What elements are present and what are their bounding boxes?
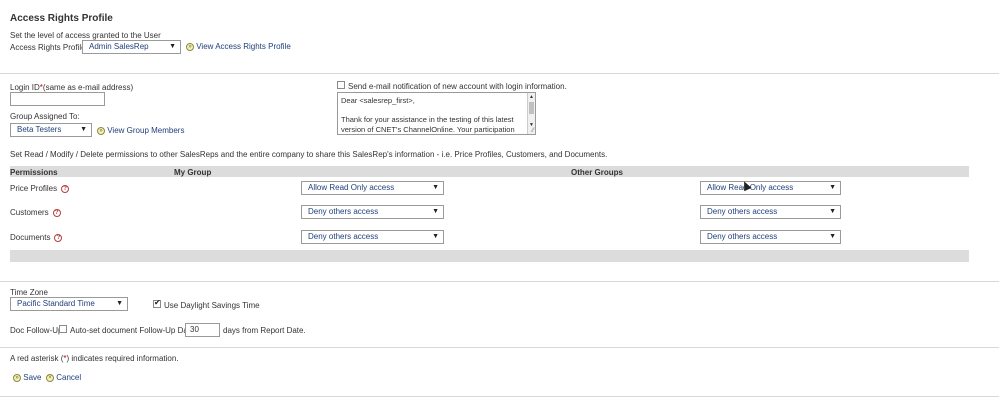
view-group-members-link[interactable]: » View Group Members [97, 126, 184, 135]
scroll-thumb[interactable] [529, 102, 534, 114]
required-info-note: A red asterisk (*) indicates required in… [10, 354, 179, 363]
go-arrow-icon: » [13, 373, 21, 382]
daylight-savings-checkbox[interactable] [153, 298, 161, 308]
go-arrow-icon: » [97, 126, 105, 135]
chevron-down-icon: ▼ [80, 126, 87, 133]
chevron-down-icon: ▼ [432, 233, 439, 240]
access-rights-description: Set the level of access granted to the U… [10, 31, 161, 40]
access-rights-label: Access Rights Profile: [10, 43, 88, 52]
view-access-rights-label: View Access Rights Profile [196, 42, 291, 51]
send-notification-label: Send e-mail notification of new account … [348, 82, 567, 91]
auto-follow-up-checkbox[interactable] [59, 325, 67, 333]
group-selected: Beta Testers [17, 125, 62, 134]
other-groups-header: Other Groups [571, 168, 624, 177]
chevron-down-icon: ▼ [829, 208, 836, 215]
access-rights-selected: Admin SalesRep [89, 42, 149, 51]
divider [0, 347, 999, 348]
chevron-down-icon: ▼ [829, 184, 836, 191]
cancel-icon: × [46, 373, 54, 382]
doc-follow-up-label: Doc Follow-Up [10, 326, 63, 335]
cancel-label: Cancel [56, 373, 82, 382]
chevron-down-icon: ▼ [829, 233, 836, 240]
divider [0, 73, 999, 74]
documents-other-groups-select[interactable]: Deny others access ▼ [700, 230, 841, 244]
permissions-header-bar [10, 166, 969, 177]
divider [0, 396, 999, 397]
divider [0, 281, 999, 282]
chevron-down-icon: ▼ [169, 43, 176, 50]
permissions-footer-bar [10, 250, 969, 262]
follow-up-days-input[interactable]: 30 [185, 323, 220, 337]
customers-label: Customers? [10, 208, 61, 217]
auto-follow-up-label: Auto-set document Follow-Up Date [70, 326, 195, 335]
help-icon[interactable]: ? [52, 208, 61, 217]
documents-my-group-select[interactable]: Deny others access ▼ [301, 230, 444, 244]
documents-label: Documents? [10, 233, 63, 242]
help-icon[interactable]: ? [54, 233, 63, 242]
follow-up-days-suffix: days from Report Date. [223, 326, 306, 335]
customers-my-group-select[interactable]: Deny others access ▼ [301, 205, 444, 219]
login-id-input[interactable] [10, 92, 105, 106]
time-zone-select[interactable]: Pacific Standard Time ▼ [10, 297, 128, 311]
permissions-header: Permissions [10, 168, 58, 177]
view-group-members-label: View Group Members [107, 126, 185, 135]
access-rights-title: Access Rights Profile [10, 13, 113, 24]
scroll-up-icon[interactable]: ▲ [529, 94, 534, 100]
customers-other-groups-select[interactable]: Deny others access ▼ [700, 205, 841, 219]
my-group-header: My Group [174, 168, 212, 177]
chevron-down-icon: ▼ [116, 300, 123, 307]
daylight-savings-label: Use Daylight Savings Time [164, 301, 260, 310]
send-notification-checkbox[interactable] [337, 81, 345, 89]
resize-handle-icon[interactable]: ⁄⁄ [532, 128, 534, 134]
chevron-down-icon: ▼ [432, 208, 439, 215]
view-access-rights-link[interactable]: » View Access Rights Profile [186, 42, 291, 51]
help-icon[interactable]: ? [61, 184, 70, 193]
login-id-label: Login ID*(same as e-mail address) [10, 83, 134, 92]
time-zone-label: Time Zone [10, 288, 48, 297]
group-select[interactable]: Beta Testers ▼ [10, 123, 92, 137]
chevron-down-icon: ▼ [432, 184, 439, 191]
group-assigned-label: Group Assigned To: [10, 112, 80, 121]
price-profiles-label: Price Profiles? [10, 184, 70, 193]
access-rights-select[interactable]: Admin SalesRep ▼ [82, 40, 181, 54]
notification-message-textarea[interactable]: Dear <salesrep_first>, Thank for your as… [337, 92, 536, 135]
go-arrow-icon: » [186, 42, 194, 51]
price-profiles-my-group-select[interactable]: Allow Read Only access ▼ [301, 181, 444, 195]
save-label: Save [23, 373, 42, 382]
cancel-button[interactable]: × Cancel [46, 373, 81, 382]
permissions-intro: Set Read / Modify / Delete permissions t… [10, 150, 608, 159]
price-profiles-other-groups-select[interactable]: Allow Read Only access ▼ [700, 181, 841, 195]
save-button[interactable]: » Save [13, 373, 41, 382]
notification-message-text: Dear <salesrep_first>, Thank for your as… [341, 96, 515, 134]
